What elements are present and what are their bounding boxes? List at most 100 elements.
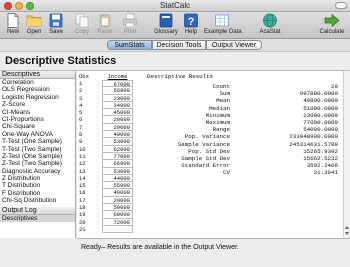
- result-row: Range 54000.0000: [147, 126, 340, 133]
- income-cell[interactable]: 23000: [102, 94, 133, 102]
- obs-number: 16: [79, 189, 86, 197]
- income-cell[interactable]: 67000: [102, 80, 133, 88]
- procedure-sidebar: Descriptives Correlation OLS Regression Lo…: [0, 71, 76, 238]
- income-cell[interactable]: 53000: [102, 167, 133, 175]
- income-cell[interactable]: 53000: [102, 138, 133, 146]
- toolbar: New Open Save Copy Paste Print Glossary …: [0, 12, 350, 39]
- acastat-button[interactable]: AcaStat: [257, 13, 283, 38]
- sidebar-item-diagnostic-accuracy[interactable]: Diagnostic Accuracy: [0, 168, 75, 175]
- income-cell[interactable]: 40000: [102, 189, 133, 197]
- income-cell[interactable]: [102, 225, 133, 234]
- sidebar-item-z-score[interactable]: Z-Score: [0, 101, 75, 108]
- sidebar-item-t-test-two-sample[interactable]: T-Test (Two Sample): [0, 146, 75, 153]
- sidebar-item-t-test-one-sample[interactable]: T-Test (One Sample): [0, 138, 75, 145]
- globe-icon: [263, 13, 277, 28]
- window-title: StatCalc: [159, 1, 191, 10]
- obs-number: 3: [79, 94, 83, 102]
- result-label: Minimum: [205, 111, 230, 119]
- save-button[interactable]: Save: [45, 13, 67, 38]
- sidebar-header-descriptives[interactable]: Descriptives: [0, 71, 75, 79]
- sidebar-item-f-distribution[interactable]: F Distribution: [0, 190, 75, 197]
- glossary-button[interactable]: Glossary: [153, 13, 179, 38]
- income-cell[interactable]: 20000: [102, 116, 133, 124]
- calculate-label: Calculate: [319, 29, 345, 35]
- print-label: Print: [123, 29, 137, 35]
- obs-number: 17: [79, 196, 86, 204]
- obs-number: 10: [79, 145, 86, 153]
- results-scrollbar[interactable]: [343, 71, 350, 238]
- sidebar-item-z-test-one-sample[interactable]: Z-Test (One Sample): [0, 153, 75, 160]
- sidebar-item-chi-square[interactable]: Chi-Square: [0, 123, 75, 130]
- results-title: Descriptive Results: [147, 73, 214, 80]
- result-value: 245314631.5789: [289, 140, 338, 148]
- income-cell[interactable]: 29000: [102, 196, 133, 205]
- save-icon: [49, 13, 63, 28]
- sidebar-item-z-distribution[interactable]: Z Distribution: [0, 175, 75, 182]
- sidebar-item-ols-regression[interactable]: OLS Regression: [0, 86, 75, 93]
- income-cell[interactable]: 55000: [102, 182, 133, 190]
- result-value: 15265.9392: [303, 147, 338, 155]
- sidebar-item-t-distribution[interactable]: T Distribution: [0, 182, 75, 189]
- obs-number: 18: [79, 204, 86, 212]
- obs-number: 2: [79, 87, 83, 95]
- open-button[interactable]: Open: [23, 13, 45, 38]
- print-button[interactable]: Print: [120, 13, 140, 38]
- obs-number: 1: [79, 80, 83, 87]
- income-cell[interactable]: 59000: [102, 204, 133, 212]
- open-label: Open: [26, 29, 42, 35]
- obs-number: 21: [79, 225, 86, 233]
- result-value: 997800.0000: [299, 90, 338, 98]
- income-cell[interactable]: 56900: [102, 87, 133, 95]
- sidebar-item-ci-means[interactable]: CI-Means: [0, 109, 75, 116]
- tab-output-viewer[interactable]: Output Viewer: [206, 40, 262, 50]
- result-value: 31.3941: [313, 169, 338, 177]
- obs-number: 12: [79, 160, 86, 168]
- scroll-down-icon[interactable]: [345, 232, 349, 235]
- calculate-button[interactable]: Calculate: [315, 13, 349, 38]
- obs-number: 19: [79, 211, 86, 219]
- income-cell[interactable]: 62000: [102, 145, 133, 153]
- result-row: Pop. Std Dev 15265.9392: [147, 148, 340, 155]
- result-label: CV: [223, 169, 230, 177]
- income-cell[interactable]: 60000: [102, 211, 133, 219]
- help-label: Help: [184, 29, 198, 35]
- income-cell[interactable]: 77000: [102, 152, 133, 161]
- result-label: Sample Variance: [177, 140, 230, 148]
- result-label: Sum: [219, 90, 230, 98]
- tab-decision-tools[interactable]: Decision Tools: [152, 40, 206, 50]
- toolbar-toggle-button[interactable]: [335, 2, 347, 9]
- income-cell[interactable]: 34000: [102, 101, 133, 110]
- sidebar-item-logistic-regression[interactable]: Logistic Regression: [0, 94, 75, 101]
- result-label: Pop. Variance: [184, 133, 230, 141]
- income-cell[interactable]: 49000: [102, 131, 133, 139]
- result-row: CV 31.3941: [147, 169, 340, 176]
- income-cell[interactable]: 66900: [102, 160, 133, 168]
- obs-number: 8: [79, 131, 83, 139]
- sidebar-item-ci-proportions[interactable]: CI-Proportions: [0, 116, 75, 123]
- result-value: 23000.0000: [303, 111, 338, 119]
- sidebar-item-chi-sq-distribution[interactable]: Chi-Sq Distribution: [0, 197, 75, 204]
- copy-button[interactable]: Copy: [72, 13, 92, 38]
- example-data-label: Example Data: [204, 29, 242, 35]
- example-data-button[interactable]: Example Data: [204, 13, 242, 38]
- result-row: Mean 49890.0000: [147, 97, 340, 104]
- help-button[interactable]: ? Help: [181, 13, 201, 38]
- obs-number: 15: [79, 182, 86, 190]
- result-row: Count 20: [147, 83, 340, 90]
- result-value: 54000.0000: [303, 126, 338, 134]
- paste-button[interactable]: Paste: [94, 13, 116, 38]
- descriptive-results: Descriptive Results Count 20 Sum 997800.000…: [147, 73, 340, 176]
- sidebar-item-z-test-two-sample[interactable]: Z-Test (Two Sample): [0, 160, 75, 167]
- income-cell[interactable]: 44000: [102, 174, 133, 183]
- tab-sumstats[interactable]: SumStats: [107, 40, 152, 50]
- new-button[interactable]: New: [3, 13, 23, 38]
- paste-icon: [99, 14, 111, 28]
- log-item[interactable]: Descriptives: [0, 214, 75, 223]
- result-value: 51000.0000: [303, 104, 338, 112]
- sidebar-item-correlation[interactable]: Correlation: [0, 79, 75, 86]
- income-cell[interactable]: 29000: [102, 123, 133, 132]
- income-cell[interactable]: 72000: [102, 218, 133, 226]
- scroll-up-icon[interactable]: [345, 226, 349, 229]
- income-cell[interactable]: 45000: [102, 109, 133, 117]
- sidebar-item-one-way-anova[interactable]: One-Way ANOVA: [0, 131, 75, 138]
